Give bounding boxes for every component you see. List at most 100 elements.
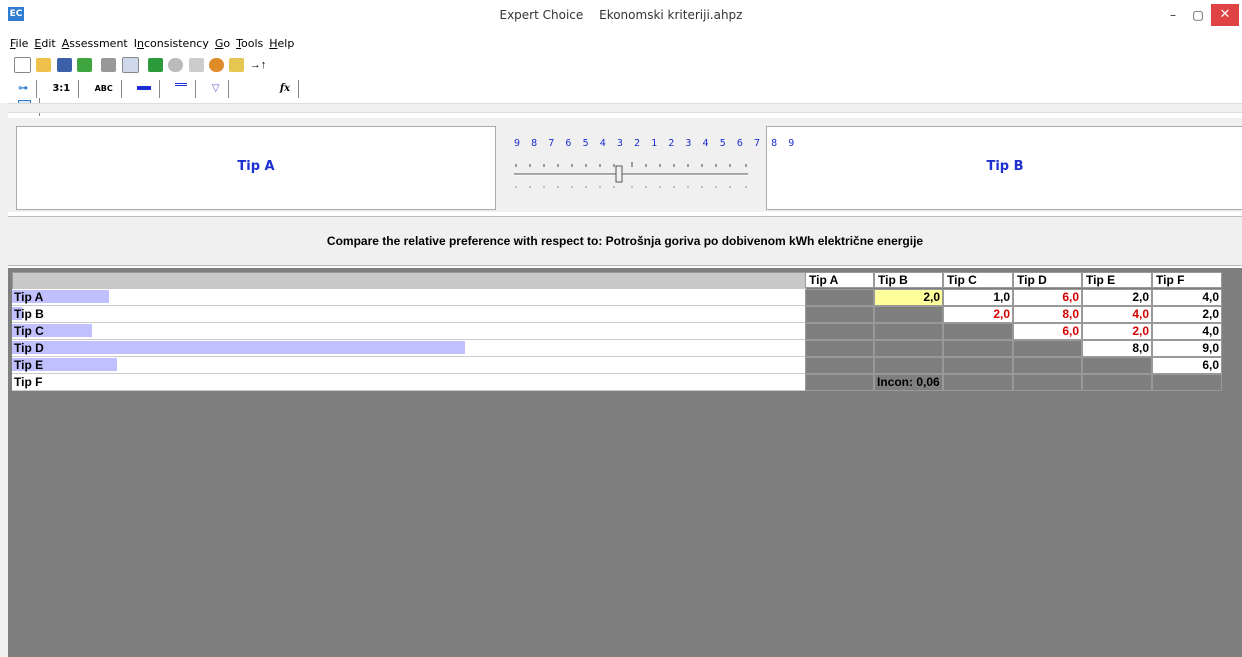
matrix-cell[interactable]: 2,0 — [1082, 289, 1152, 306]
matrix-cell[interactable]: 2,0 — [1152, 306, 1222, 323]
matrix-cell-disabled — [1013, 374, 1082, 391]
matrix-cell-disabled — [943, 374, 1013, 391]
row-label-text: Tip B — [14, 307, 44, 321]
print-icon[interactable] — [101, 58, 117, 72]
row-label-text: Tip D — [14, 341, 44, 355]
close-button[interactable]: ✕ — [1211, 4, 1239, 26]
row-header-strip — [12, 272, 807, 290]
link-icon[interactable] — [168, 58, 184, 72]
menu-edit[interactable]: Edit — [34, 34, 55, 54]
left-item-box[interactable]: Tip A — [16, 126, 496, 210]
compare-prompt: Compare the relative preference with res… — [326, 234, 924, 248]
disabled-tool-icon[interactable] — [188, 58, 204, 72]
column-header: Tip E — [1082, 272, 1152, 288]
column-header: Tip D — [1013, 272, 1082, 288]
tab-verbal[interactable]: ABC — [87, 80, 122, 98]
matrix-cell-disabled — [805, 323, 874, 340]
save-icon[interactable] — [56, 58, 72, 72]
matrix-cell-disabled — [943, 323, 1013, 340]
column-header: Tip B — [874, 272, 943, 288]
matrix-cell[interactable]: 9,0 — [1152, 340, 1222, 357]
row-label-text: Tip A — [14, 290, 44, 304]
menu-help[interactable]: Help — [269, 34, 294, 54]
matrix-cell-disabled — [1152, 374, 1222, 391]
open-folder-icon[interactable] — [36, 58, 52, 72]
tab-numerical[interactable]: 3:1 — [44, 80, 80, 98]
matrix-cell[interactable]: 4,0 — [1152, 323, 1222, 340]
menu-tools[interactable]: Tools — [236, 34, 263, 54]
column-header: Tip A — [805, 272, 874, 288]
matrix-row-label[interactable]: Tip B — [12, 306, 805, 323]
inconsistency-ratio: Incon: 0,06 — [877, 375, 940, 389]
lines-icon — [175, 82, 188, 94]
undo-arrow-icon[interactable] — [77, 58, 93, 72]
matrix-cell[interactable]: 8,0 — [1082, 340, 1152, 357]
tab-graphical[interactable] — [129, 80, 161, 98]
menu-assessment[interactable]: Assessment — [62, 34, 128, 54]
scale-ticks-top — [515, 162, 747, 167]
matrix-cell-disabled — [805, 357, 874, 374]
fx-icon: fx — [279, 83, 291, 94]
matrix-cell[interactable]: 6,0 — [1013, 289, 1082, 306]
matrix-cell-disabled — [874, 306, 943, 323]
main-toolbar: →↑ — [14, 57, 267, 77]
matrix-cell[interactable]: 8,0 — [1013, 306, 1082, 323]
column-header: Tip C — [943, 272, 1013, 288]
matrix-row-label[interactable]: Tip E — [12, 357, 805, 374]
matrix-cell[interactable]: 6,0 — [1152, 357, 1222, 374]
menu-file[interactable]: File — [10, 34, 28, 54]
scale-numbers: 9 8 7 6 5 4 3 2 1 2 3 4 5 6 7 8 9 — [514, 138, 797, 149]
matrix-row-label[interactable]: Tip D — [12, 340, 805, 357]
menu-inconsistency[interactable]: Inconsistency — [134, 34, 209, 54]
matrix-cell[interactable]: 1,0 — [943, 289, 1013, 306]
matrix-cell[interactable]: 4,0 — [1082, 306, 1152, 323]
matrix-cell-disabled — [805, 306, 874, 323]
tab-formula[interactable]: fx — [272, 80, 300, 98]
matrix-cell-disabled — [1013, 357, 1082, 374]
matrix-cell-disabled — [874, 323, 943, 340]
internet-icon[interactable] — [209, 58, 225, 72]
row-label-text: Tip F — [14, 375, 43, 389]
matrix-cell[interactable]: 6,0 — [1013, 323, 1082, 340]
preference-slider[interactable] — [514, 152, 750, 192]
matrix-row-label[interactable]: Tip A — [12, 289, 805, 306]
matrix-cell-disabled — [874, 340, 943, 357]
matrix-row-label[interactable]: Tip F — [12, 374, 805, 391]
matrix-cell-disabled — [805, 374, 874, 391]
tree-icon: ⊶ — [18, 83, 28, 94]
priority-bar — [12, 341, 465, 354]
new-file-icon[interactable] — [14, 57, 31, 73]
matrix-row-label[interactable]: Tip C — [12, 323, 805, 340]
matrix-cell-disabled — [805, 289, 874, 306]
tab-bars[interactable] — [167, 80, 197, 98]
matrix-cell-disabled — [1082, 374, 1152, 391]
left-frame — [0, 103, 8, 657]
tree-view-tab[interactable]: ⊶ — [10, 80, 37, 98]
arrow-up-icon[interactable]: →↑ — [250, 58, 267, 72]
column-header: Tip F — [1152, 272, 1222, 288]
right-item-label: Tip B — [986, 159, 1024, 174]
matrix-cell-disabled — [805, 340, 874, 357]
menu-bar: File Edit Assessment Inconsistency Go Tools He… — [10, 34, 1242, 54]
left-item-label: Tip A — [237, 159, 275, 174]
matrix-cell-disabled — [943, 357, 1013, 374]
row-label-text: Tip E — [14, 358, 44, 372]
matrix-cell-disabled — [1082, 357, 1152, 374]
separator — [8, 103, 1242, 113]
print-preview-icon[interactable] — [121, 57, 139, 73]
bars-icon — [137, 86, 152, 90]
matrix-cell-selected[interactable]: 2,0 — [874, 289, 943, 306]
matrix-cell[interactable]: 2,0 — [943, 306, 1013, 323]
row-label-text: Tip C — [14, 324, 44, 338]
matrix-cell[interactable]: 4,0 — [1152, 289, 1222, 306]
tab-questionnaire[interactable]: ▽ — [204, 80, 229, 98]
matrix-cell[interactable]: 2,0 — [1082, 323, 1152, 340]
menu-go[interactable]: Go — [215, 34, 230, 54]
wand-icon[interactable] — [229, 58, 245, 72]
app-name: Expert Choice — [499, 8, 584, 22]
minimize-button[interactable]: – — [1161, 4, 1185, 26]
maximize-button[interactable]: ▢ — [1185, 4, 1211, 26]
slider-thumb[interactable] — [615, 165, 623, 183]
right-item-box[interactable]: Tip B — [766, 126, 1242, 210]
spreadsheet-icon[interactable] — [148, 58, 164, 72]
